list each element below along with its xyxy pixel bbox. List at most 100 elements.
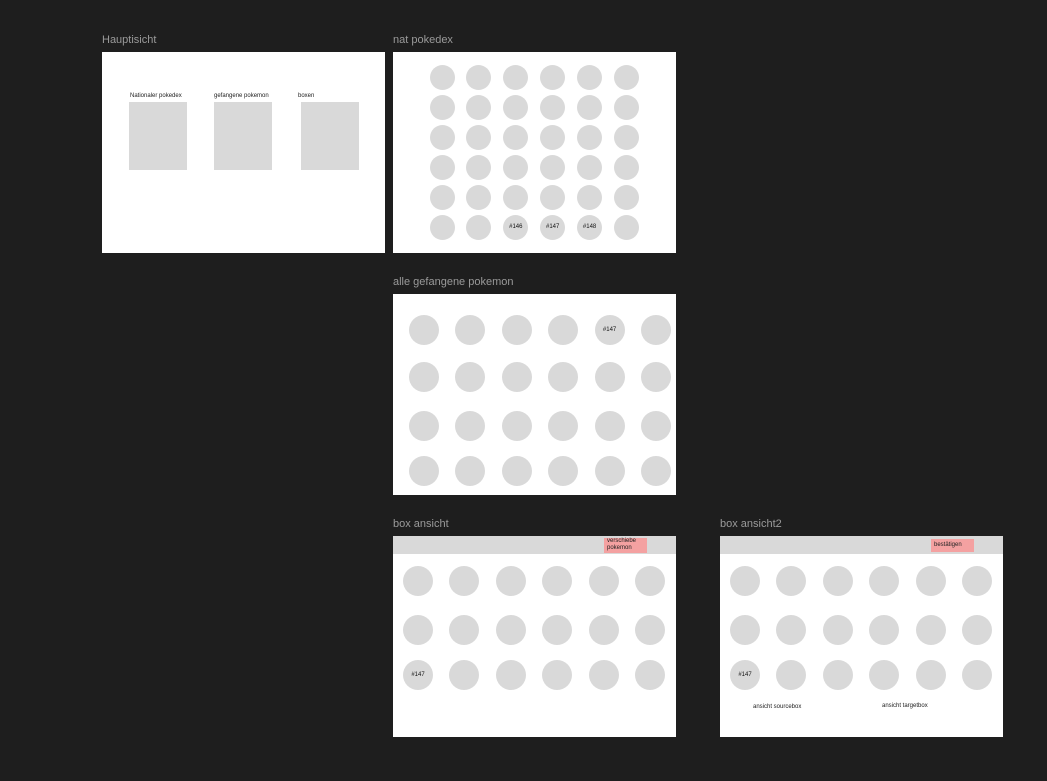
pokedex-slot[interactable]	[466, 154, 492, 180]
box-slot[interactable]	[449, 615, 480, 645]
pokedex-slot[interactable]	[503, 124, 529, 150]
box-slot[interactable]	[495, 660, 526, 690]
box-slot[interactable]	[635, 615, 665, 645]
pokedex-slot[interactable]	[577, 124, 603, 150]
pokedex-slot[interactable]: #146	[503, 214, 529, 240]
box2-slot[interactable]	[869, 566, 900, 596]
box2-slot[interactable]: #147	[730, 660, 760, 690]
pokedex-slot[interactable]	[577, 94, 603, 120]
box-slot[interactable]	[449, 566, 480, 596]
caught-pokemon-slot[interactable]	[409, 456, 439, 486]
pokedex-slot[interactable]	[540, 64, 566, 90]
caught-pokemon-slot[interactable]	[594, 362, 625, 392]
box2-slot[interactable]	[869, 660, 900, 690]
pokedex-slot[interactable]	[429, 154, 455, 180]
caught-pokemon-slot[interactable]	[409, 411, 439, 441]
pokedex-slot[interactable]	[503, 94, 529, 120]
caught-pokemon-slot[interactable]	[409, 315, 439, 345]
box-slot[interactable]	[588, 566, 619, 596]
caught-pokemon-slot[interactable]	[641, 362, 671, 392]
card-nationaler-pokedex[interactable]	[129, 102, 187, 170]
pokedex-slot[interactable]: #147	[540, 214, 566, 240]
pokedex-slot[interactable]	[614, 214, 639, 240]
pokedex-slot[interactable]	[429, 214, 455, 240]
pokedex-slot[interactable]	[614, 94, 639, 120]
pokedex-slot[interactable]	[614, 184, 639, 210]
box2-slot[interactable]	[776, 566, 807, 596]
pokedex-slot[interactable]	[466, 64, 492, 90]
box2-slot[interactable]	[776, 660, 807, 690]
caught-pokemon-slot[interactable]: #147	[594, 315, 625, 345]
pokedex-slot[interactable]	[429, 124, 455, 150]
caught-pokemon-slot[interactable]	[455, 315, 486, 345]
box-slot[interactable]	[449, 660, 480, 690]
pokedex-slot[interactable]: #148	[577, 214, 603, 240]
caught-pokemon-slot[interactable]	[501, 315, 532, 345]
box2-slot[interactable]	[962, 615, 992, 645]
pokedex-slot[interactable]	[429, 184, 455, 210]
box2-slot[interactable]	[915, 615, 946, 645]
caught-pokemon-slot[interactable]	[455, 362, 486, 392]
pokedex-slot[interactable]	[503, 64, 529, 90]
pokedex-slot[interactable]	[503, 184, 529, 210]
caught-pokemon-slot[interactable]	[455, 411, 486, 441]
caught-pokemon-slot[interactable]	[548, 456, 579, 486]
pokedex-slot[interactable]	[429, 64, 455, 90]
caught-pokemon-slot[interactable]	[409, 362, 439, 392]
verschiebe-pokemon-button[interactable]: verschiebe pokemon	[604, 538, 647, 553]
box-slot[interactable]	[635, 660, 665, 690]
card-gefangene-pokemon[interactable]	[214, 102, 272, 170]
pokedex-slot[interactable]	[614, 154, 639, 180]
pokedex-slot[interactable]	[466, 184, 492, 210]
box2-slot[interactable]	[915, 660, 946, 690]
pokedex-slot[interactable]	[466, 94, 492, 120]
caught-pokemon-slot[interactable]	[548, 315, 579, 345]
bestaetigen-button[interactable]: bestätigen	[931, 539, 974, 552]
pokedex-slot[interactable]	[540, 94, 566, 120]
pokedex-slot[interactable]	[466, 124, 492, 150]
box-slot[interactable]	[588, 660, 619, 690]
pokedex-slot[interactable]	[614, 64, 639, 90]
box2-slot[interactable]	[962, 660, 992, 690]
pokedex-slot[interactable]	[614, 124, 639, 150]
box2-slot[interactable]	[730, 615, 760, 645]
caught-pokemon-slot[interactable]	[548, 411, 579, 441]
box-slot[interactable]	[588, 615, 619, 645]
pokedex-slot[interactable]	[577, 154, 603, 180]
caught-pokemon-slot[interactable]	[594, 411, 625, 441]
pokedex-slot[interactable]	[540, 124, 566, 150]
caught-pokemon-slot[interactable]	[501, 456, 532, 486]
box-slot[interactable]	[495, 615, 526, 645]
pokedex-slot[interactable]	[540, 184, 566, 210]
box-slot[interactable]	[635, 566, 665, 596]
box-slot[interactable]	[403, 615, 433, 645]
caught-pokemon-slot[interactable]	[455, 456, 486, 486]
pokedex-slot[interactable]	[503, 154, 529, 180]
caught-pokemon-slot[interactable]	[501, 411, 532, 441]
pokedex-slot[interactable]	[577, 64, 603, 90]
caught-pokemon-slot[interactable]	[548, 362, 579, 392]
card-boxen[interactable]	[301, 102, 359, 170]
caught-pokemon-slot[interactable]	[641, 411, 671, 441]
box-slot[interactable]: #147	[403, 660, 433, 690]
box-slot[interactable]	[403, 566, 433, 596]
box-slot[interactable]	[542, 660, 573, 690]
box-slot[interactable]	[495, 566, 526, 596]
caught-pokemon-slot[interactable]	[641, 315, 671, 345]
caught-pokemon-slot[interactable]	[501, 362, 532, 392]
box2-slot[interactable]	[915, 566, 946, 596]
pokedex-slot[interactable]	[540, 154, 566, 180]
box-slot[interactable]	[542, 615, 573, 645]
pokedex-slot[interactable]	[429, 94, 455, 120]
box2-slot[interactable]	[730, 566, 760, 596]
box2-slot[interactable]	[776, 615, 807, 645]
caught-pokemon-slot[interactable]	[594, 456, 625, 486]
pokedex-slot[interactable]	[577, 184, 603, 210]
pokedex-slot[interactable]	[466, 214, 492, 240]
box2-slot[interactable]	[869, 615, 900, 645]
box2-slot[interactable]	[822, 615, 853, 645]
box2-slot[interactable]	[822, 660, 853, 690]
box-slot[interactable]	[542, 566, 573, 596]
caught-pokemon-slot[interactable]	[641, 456, 671, 486]
box2-slot[interactable]	[962, 566, 992, 596]
